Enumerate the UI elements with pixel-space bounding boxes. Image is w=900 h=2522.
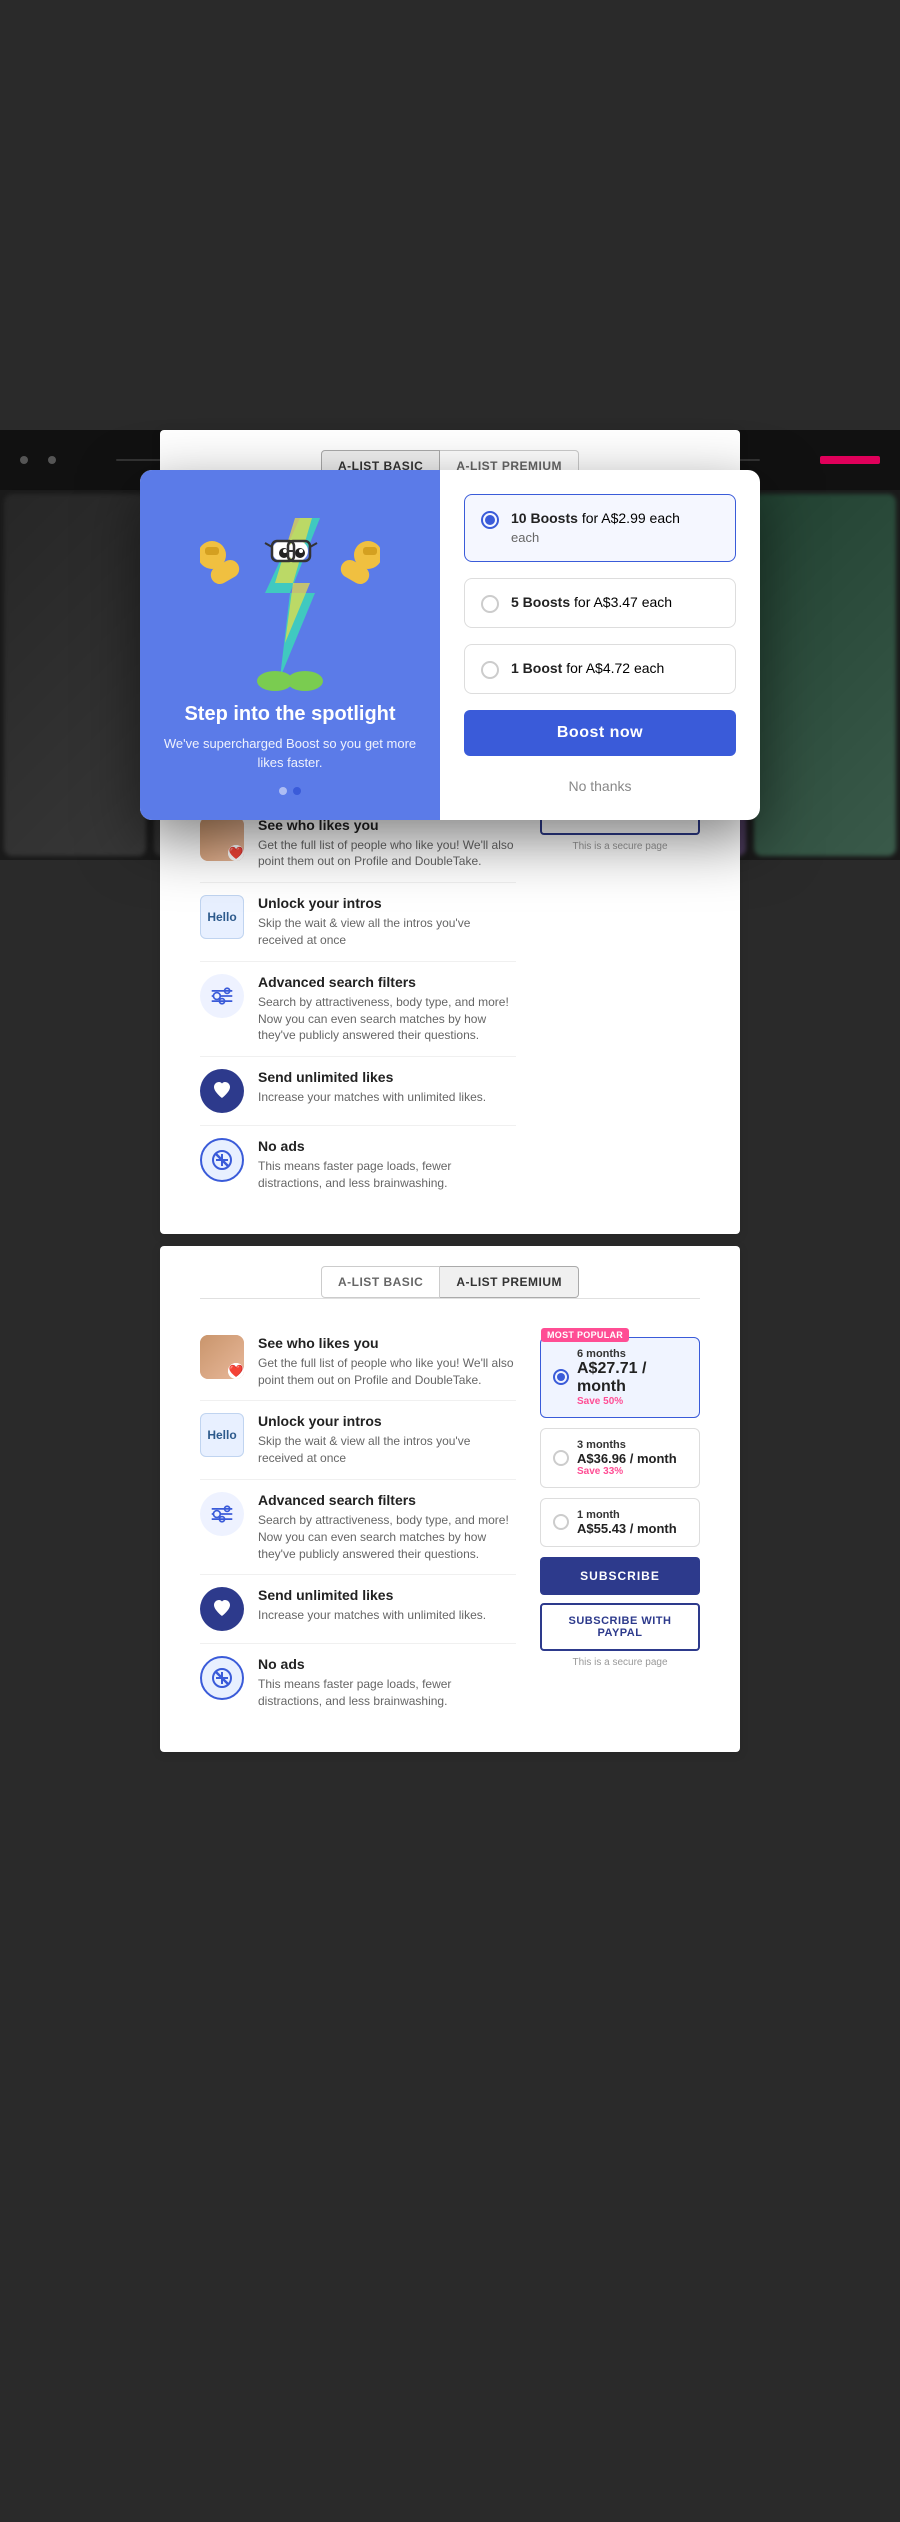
price-radio-3mo-2: 3 months A$36.96 / month Save 33% [553, 1439, 687, 1477]
feature-no-ads-2: No ads This means faster page loads, few… [200, 1644, 516, 1722]
search-icon-container-2 [200, 1492, 244, 1536]
feature-unlimited-likes-2: Send unlimited likes Increase your match… [200, 1575, 516, 1644]
price-radio-circle-3mo-2 [553, 1450, 569, 1466]
hello-icon-1: Hello [200, 895, 244, 939]
feature-intros-text-1: Unlock your intros Skip the wait & view … [258, 895, 516, 949]
photo-thumb-1: ❤️ [200, 817, 244, 861]
heart-icon-1 [212, 1082, 232, 1100]
subscription-panel-2: A-LIST BASIC A-LIST PREMIUM ❤️ See who l… [160, 1246, 740, 1752]
feature-see-likes-text-1: See who likes you Get the full list of p… [258, 817, 516, 871]
search-filter-icon-1 [210, 987, 234, 1005]
feature-unlimited-likes-text-1: Send unlimited likes Increase your match… [258, 1069, 486, 1106]
heart-icon-container-1 [200, 1069, 244, 1113]
price-radio-circle-1mo-2 [553, 1514, 569, 1530]
radio-10boosts [481, 511, 499, 529]
boost-modal: Step into the spotlight We've supercharg… [140, 470, 760, 820]
feature-intros-text-2: Unlock your intros Skip the wait & view … [258, 1413, 516, 1467]
feature-see-likes-text-2: See who likes you Get the full list of p… [258, 1335, 516, 1389]
heart-icon-container-2 [200, 1587, 244, 1631]
noad-icon-container-2 [200, 1656, 244, 1700]
modal-dots [279, 787, 301, 795]
search-filter-icon-2 [210, 1505, 234, 1523]
price-radio-6mo-2: 6 months A$27.71 / month Save 50% [553, 1348, 687, 1407]
modal-title: Step into the spotlight [184, 703, 395, 726]
feature-unlimited-likes-1: Send unlimited likes Increase your match… [200, 1057, 516, 1126]
subscribe-paypal-button-2[interactable]: SUBSCRIBE WITH PAYPAL [540, 1603, 700, 1651]
boost-option-10[interactable]: 10 Boosts for A$2.99 each each [464, 494, 736, 562]
radio-1boost [481, 661, 499, 679]
price-option-3mo-2[interactable]: 3 months A$36.96 / month Save 33% [540, 1428, 700, 1488]
modal-subtitle: We've supercharged Boost so you get more… [160, 734, 420, 773]
secure-text-2: This is a secure page [540, 1657, 700, 1668]
tab-alist-basic-2[interactable]: A-LIST BASIC [321, 1266, 440, 1298]
boost-option-1-text: 1 Boost for A$4.72 each [511, 659, 664, 679]
no-thanks-button[interactable]: No thanks [464, 772, 736, 800]
search-icon-container-1 [200, 974, 244, 1018]
boost-character-illustration [200, 503, 380, 693]
photo-thumb-2: ❤️ [200, 1335, 244, 1379]
feature-intros-2: Hello Unlock your intros Skip the wait &… [200, 1401, 516, 1480]
price-radio-1mo-2: 1 month A$55.43 / month [553, 1509, 687, 1536]
subscribe-button-2[interactable]: SUBSCRIBE [540, 1557, 700, 1595]
price-option-1mo-2[interactable]: 1 month A$55.43 / month [540, 1498, 700, 1547]
features-list-2: ❤️ See who likes you Get the full list o… [200, 1323, 516, 1722]
feature-no-ads-1: No ads This means faster page loads, few… [200, 1126, 516, 1204]
radio-5boosts [481, 595, 499, 613]
price-radio-circle-6mo-2 [553, 1369, 569, 1385]
feature-no-ads-text-2: No ads This means faster page loads, few… [258, 1656, 516, 1710]
tab-row-2: A-LIST BASIC A-LIST PREMIUM [200, 1266, 700, 1299]
price-details-1mo-2: 1 month A$55.43 / month [577, 1509, 677, 1536]
feature-see-likes-2: ❤️ See who likes you Get the full list o… [200, 1323, 516, 1402]
most-popular-badge-2: MOST POPULAR [541, 1328, 629, 1342]
pricing-panel-2: MOST POPULAR 6 months A$27.71 / month Sa… [540, 1323, 700, 1668]
heart-icon-2 [212, 1600, 232, 1618]
feature-intros-1: Hello Unlock your intros Skip the wait &… [200, 883, 516, 962]
boost-option-1[interactable]: 1 Boost for A$4.72 each [464, 644, 736, 694]
noad-icon-container-1 [200, 1138, 244, 1182]
boost-option-10-text: 10 Boosts for A$2.99 each each [511, 509, 680, 547]
feature-search-text-1: Advanced search filters Search by attrac… [258, 974, 516, 1044]
noad-icon-2 [212, 1668, 232, 1688]
feature-search-text-2: Advanced search filters Search by attrac… [258, 1492, 516, 1562]
boost-option-5[interactable]: 5 Boosts for A$3.47 each [464, 578, 736, 628]
feature-no-ads-text-1: No ads This means faster page loads, few… [258, 1138, 516, 1192]
feature-search-1: Advanced search filters Search by attrac… [200, 962, 516, 1057]
hello-icon-2: Hello [200, 1413, 244, 1457]
boost-option-5-text: 5 Boosts for A$3.47 each [511, 593, 672, 613]
bottom-spacer [0, 1764, 900, 1804]
dot-1 [279, 787, 287, 795]
boost-now-button[interactable]: Boost now [464, 710, 736, 756]
tab-alist-premium-2[interactable]: A-LIST PREMIUM [440, 1266, 579, 1298]
feature-unlimited-likes-text-2: Send unlimited likes Increase your match… [258, 1587, 486, 1624]
price-details-3mo-2: 3 months A$36.96 / month Save 33% [577, 1439, 677, 1477]
price-option-6mo-2[interactable]: MOST POPULAR 6 months A$27.71 / month Sa… [540, 1337, 700, 1418]
secure-text-1: This is a secure page [540, 841, 700, 852]
content-grid-2: ❤️ See who likes you Get the full list o… [200, 1323, 700, 1722]
modal-right-panel: 10 Boosts for A$2.99 each each 5 Boosts … [440, 470, 760, 820]
price-details-6mo-2: 6 months A$27.71 / month Save 50% [577, 1348, 687, 1407]
feature-search-2: Advanced search filters Search by attrac… [200, 1480, 516, 1575]
dot-2 [293, 787, 301, 795]
modal-left-panel: Step into the spotlight We've supercharg… [140, 470, 440, 820]
noad-icon-1 [212, 1150, 232, 1170]
